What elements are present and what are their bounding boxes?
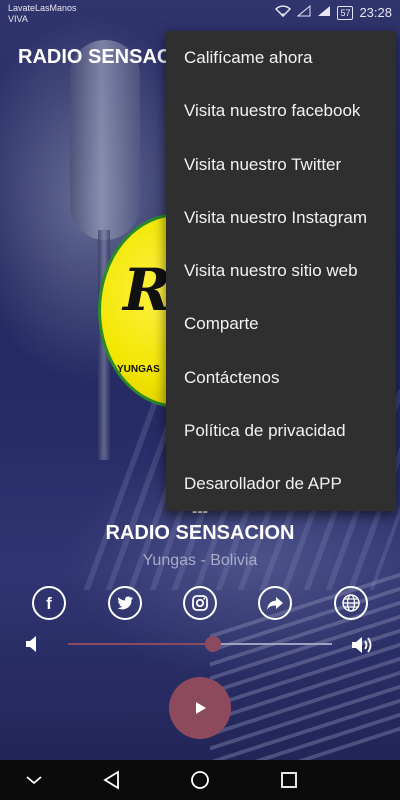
facebook-button[interactable]: f (32, 586, 66, 620)
volume-mute-icon[interactable] (24, 634, 40, 659)
play-icon (196, 702, 206, 714)
volume-slider[interactable] (68, 636, 332, 652)
wifi-icon (275, 5, 292, 20)
status-icons: 57 23:28 (275, 4, 392, 20)
signal-icon-2 (317, 5, 331, 20)
nav-back-button[interactable] (100, 768, 124, 792)
play-button[interactable] (169, 677, 231, 739)
globe-icon (342, 594, 360, 612)
menu-item-contact[interactable]: Contáctenos (166, 351, 396, 404)
twitter-icon (117, 596, 133, 610)
recents-square-icon (281, 772, 297, 788)
carrier-info: LavateLasManos VIVA (8, 3, 77, 25)
signal-icon-1 (297, 4, 311, 20)
website-button[interactable] (334, 586, 368, 620)
overflow-menu: Califícame ahora Visita nuestro facebook… (166, 31, 396, 511)
battery-icon: 57 (337, 5, 354, 20)
facebook-icon: f (46, 594, 52, 613)
volume-max-icon[interactable] (350, 634, 376, 661)
carrier-line-2: VIVA (8, 14, 28, 24)
nav-recents-button[interactable] (277, 768, 301, 792)
station-name: RADIO SENSACION (105, 522, 295, 544)
instagram-icon (192, 595, 208, 611)
logo-subtitle: YUNGAS (117, 364, 160, 375)
app-title: RADIO SENSACION (18, 46, 168, 68)
menu-item-rate[interactable]: Califícame ahora (166, 31, 396, 84)
menu-item-privacy[interactable]: Política de privacidad (166, 404, 396, 457)
system-nav-bar (0, 760, 400, 800)
station-location: Yungas - Bolivia (142, 552, 258, 569)
menu-item-website[interactable]: Visita nuestro sitio web (166, 244, 396, 297)
volume-slider-fill (68, 643, 214, 645)
carrier-line-1: LavateLasManos (8, 3, 77, 13)
nav-home-button[interactable] (188, 768, 212, 792)
menu-item-twitter[interactable]: Visita nuestro Twitter (166, 138, 396, 191)
status-time: 23:28 (359, 5, 392, 20)
chevron-down-icon (26, 776, 42, 785)
status-bar: LavateLasManos VIVA 57 23:28 (0, 0, 400, 28)
share-button[interactable] (258, 586, 292, 620)
home-circle-icon (191, 771, 209, 789)
nav-hide-button[interactable] (22, 768, 46, 792)
instagram-button[interactable] (183, 586, 217, 620)
svg-text:f: f (46, 594, 52, 613)
menu-item-facebook[interactable]: Visita nuestro facebook (166, 84, 396, 137)
back-triangle-icon (103, 770, 119, 790)
menu-item-share[interactable]: Comparte (166, 297, 396, 350)
share-icon (267, 597, 283, 610)
menu-item-instagram[interactable]: Visita nuestro Instagram (166, 191, 396, 244)
twitter-button[interactable] (108, 586, 142, 620)
menu-item-developer[interactable]: Desarollador de APP (166, 457, 396, 510)
